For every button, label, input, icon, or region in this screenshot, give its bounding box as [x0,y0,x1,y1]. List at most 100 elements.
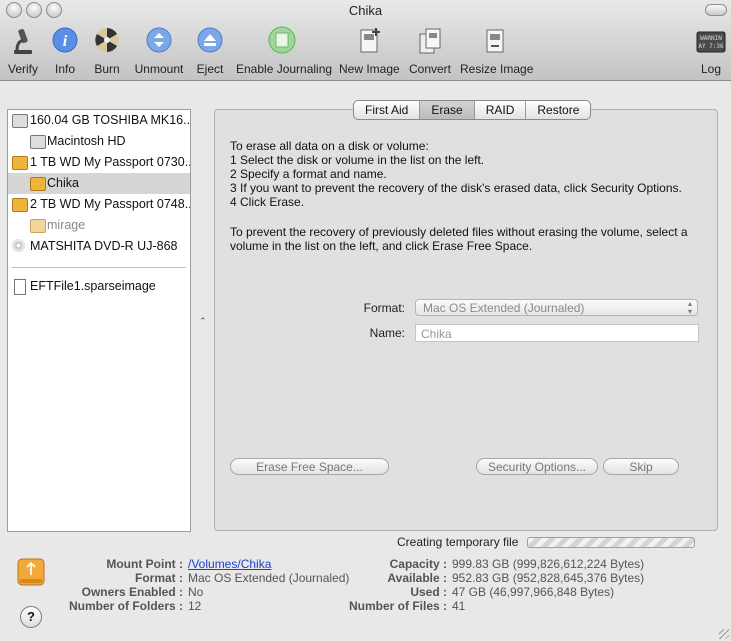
info-icon: i [50,26,80,56]
new-image-button[interactable]: New Image [339,26,400,76]
disk-list[interactable]: 160.04 GB TOSHIBA MK16... Macintosh HD 1… [7,109,191,532]
internal-disk-icon [30,135,46,149]
info-value: 12 [188,599,202,613]
microscope-icon [8,26,38,56]
info-key: Owners Enabled : [81,585,183,599]
unmount-button[interactable]: Unmount [133,26,185,76]
eject-label: Eject [196,62,224,76]
erase-instructions: To erase all data on a disk or volume: 1… [230,139,682,209]
tab-bar: First Aid Erase RAID Restore [353,100,592,120]
help-button[interactable]: ? [20,606,42,628]
instruction-line: 4 Click Erase. [230,195,305,209]
volume-item-label: Macintosh HD [47,134,126,148]
sidebar-divider [12,267,186,268]
external-disk-icon [30,177,46,191]
format-select[interactable]: Mac OS Extended (Journaled) ▴ ▾ [415,299,698,316]
unmount-icon [144,26,174,56]
resize-image-label: Resize Image [460,62,534,76]
internal-disk-icon [12,114,28,128]
resize-image-icon [480,26,510,56]
free-space-instructions: To prevent the recovery of previously de… [230,225,688,253]
info-key: Number of Folders : [68,599,183,613]
instruction-line: To erase all data on a disk or volume: [230,139,429,153]
log-button[interactable]: WARNIN AY 7:36 Log [696,26,726,76]
eject-icon [195,26,225,56]
volume-item-chika[interactable]: Chika [8,173,190,194]
info-key: Mount Point : [106,557,183,571]
convert-icon [415,26,445,56]
erase-free-space-button[interactable]: Erase Free Space... [230,458,389,475]
instruction-line: 3 If you want to prevent the recovery of… [230,181,682,195]
info-key: Available : [387,571,447,585]
image-item-eftfile[interactable]: EFTFile1.sparseimage [8,276,190,297]
burn-button[interactable]: Burn [92,26,122,76]
disk-item-label: MATSHITA DVD-R UJ-868 [30,239,178,253]
unmount-label: Unmount [134,62,184,76]
journal-icon [267,26,297,56]
disk-item-label: 1 TB WD My Passport 0730... [30,155,190,169]
tab-restore[interactable]: Restore [526,101,590,119]
burn-icon [92,26,122,56]
enable-journaling-label: Enable Journaling [236,62,333,76]
info-value: No [188,585,204,599]
window-title: Chika [348,3,383,18]
new-image-label: New Image [339,62,400,76]
eject-button[interactable]: Eject [195,26,225,76]
security-options-button[interactable]: Security Options... [476,458,598,475]
disk-item-label: 2 TB WD My Passport 0748... [30,197,190,211]
burn-label: Burn [94,62,120,76]
info-value: 41 [452,599,466,613]
skip-button[interactable]: Skip [603,458,679,475]
name-field[interactable]: Chika [415,324,699,342]
enable-journaling-button[interactable]: Enable Journaling [236,26,333,76]
info-label: Info [54,62,75,76]
svg-text:i: i [63,33,68,50]
mount-point-link[interactable]: /Volumes/Chika [188,557,271,571]
info-key: Used : [410,585,447,599]
tab-erase[interactable]: Erase [420,101,475,119]
status-text: Creating temporary file [397,535,519,549]
toolbar-toggle-button[interactable] [705,4,727,16]
volume-item-mirage[interactable]: mirage [8,215,190,236]
disk-item-passport-0748[interactable]: 2 TB WD My Passport 0748... [8,194,190,215]
help-glyph: ? [27,609,35,624]
format-label: Format: [363,301,405,315]
progress-bar [527,537,695,548]
log-icon: WARNIN AY 7:36 [696,26,726,56]
volume-item-label: mirage [47,218,86,232]
splitter-handle[interactable]: ⌃ [199,316,207,327]
external-disk-icon [12,198,28,212]
verify-button[interactable]: Verify [4,26,42,76]
convert-label: Convert [408,62,452,76]
resize-grip[interactable] [719,629,729,639]
disk-image-icon [14,279,26,295]
external-disk-icon [12,156,28,170]
log-label: Log [700,62,722,76]
disk-item-dvd[interactable]: MATSHITA DVD-R UJ-868 [8,236,190,257]
info-value: 47 GB (46,997,966,848 Bytes) [452,585,615,599]
resize-image-button[interactable]: Resize Image [460,26,534,76]
chevron-updown-icon: ▴ ▾ [687,299,692,316]
format-value: Mac OS Extended (Journaled) [423,301,585,315]
image-item-label: EFTFile1.sparseimage [30,279,156,293]
info-key: Number of Files : [348,599,447,613]
convert-button[interactable]: Convert [408,26,452,76]
new-image-icon [354,26,384,56]
info-key: Capacity : [389,557,447,571]
info-button[interactable]: i Info [50,26,80,76]
log-badge-line2: AY 7:36 [698,43,724,50]
name-label: Name: [369,326,405,340]
info-value: 952.83 GB (952,828,645,376 Bytes) [452,571,645,585]
tab-raid[interactable]: RAID [475,101,527,119]
volume-item-macintosh-hd[interactable]: Macintosh HD [8,131,190,152]
volume-item-label: Chika [47,176,79,190]
disk-item-toshiba[interactable]: 160.04 GB TOSHIBA MK16... [8,110,190,131]
window-toolbar: Chika Verify i Info Burn Unmount Eject E… [0,0,731,81]
instruction-line: 2 Specify a format and name. [230,167,387,181]
log-badge-line1: WARNIN [700,35,722,42]
disk-item-passport-0730[interactable]: 1 TB WD My Passport 0730... [8,152,190,173]
external-disk-icon [30,219,46,233]
info-value: Mac OS Extended (Journaled) [188,571,350,585]
tab-first-aid[interactable]: First Aid [354,101,421,119]
info-key: Format : [135,571,183,585]
